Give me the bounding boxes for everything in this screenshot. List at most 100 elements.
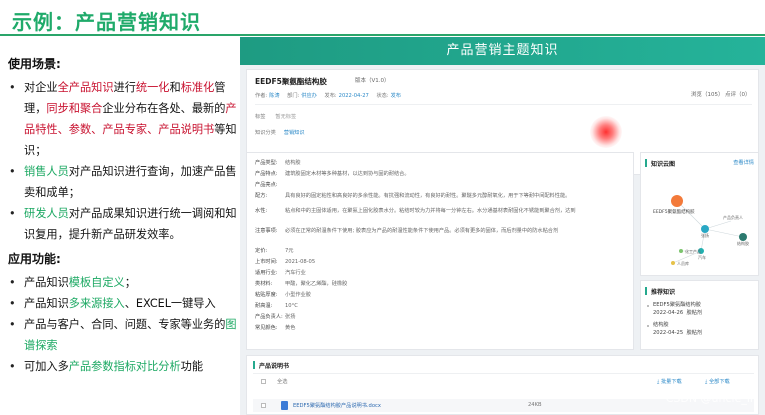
batch-download-button[interactable]: ⤓ 批量下载 <box>657 378 682 386</box>
attribute-row: 适用行业: 汽车行业 <box>255 269 306 276</box>
attribute-value: 小型作业胶 <box>285 292 311 298</box>
download-all-button[interactable]: ⤓ 全部下载 <box>705 378 730 386</box>
cloud-detail-link[interactable]: 查看详情 <box>733 159 754 166</box>
scenarios-list: 对企业全产品知识进行统一化和标准化管理，同步和聚合企业分布在各处、最新的产品特性… <box>8 77 238 245</box>
scenarios-item: 销售人员对产品知识进行查询，加速产品售卖和成单； <box>8 161 238 203</box>
doc-title: EEDF5聚氨酯结构胶 <box>255 77 327 86</box>
likes-count[interactable]: 点评（0） <box>725 90 751 98</box>
category-link[interactable]: 营销知识 <box>284 130 305 136</box>
graph-node[interactable] <box>739 233 747 241</box>
functions-text-segment: 产品参数指标对比分析 <box>68 360 181 373</box>
bullet-dot <box>647 305 649 307</box>
functions-text-segment: 产品与客户、合同、问题、专家等业务的 <box>24 318 226 331</box>
select-all-checkbox[interactable] <box>261 379 266 384</box>
attribute-row: 上市时间: 2021-08-05 <box>255 258 315 265</box>
attribute-value: 汽车行业 <box>285 270 306 276</box>
file-checkbox[interactable] <box>261 403 266 408</box>
graph-node-center[interactable] <box>671 195 683 207</box>
attribute-value: 结构胶 <box>285 160 301 166</box>
graph-label: 张扬 <box>701 232 709 238</box>
header-divider <box>255 104 752 105</box>
attribute-key: 产品类型: <box>255 160 278 166</box>
attribute-value: 必须在正常的耐温条件下使用; 胶表应为产品的耐温性能条件下使用产品。必须有更多的… <box>285 228 559 234</box>
download-icon: ⤓ <box>657 379 660 385</box>
attribute-value: 粘点和中的主固体适用，在聚氨上固化胶表水分。粘结时较为力并将每一分钟左右。水分通… <box>285 208 576 214</box>
attribute-row: 类材料: 甲酸，聚化乙烯酯，硅橡胶 <box>255 280 347 287</box>
attribute-key: 上市时间: <box>255 259 278 265</box>
attribute-value: 黄色 <box>285 325 296 331</box>
attribute-key: 配方: <box>255 193 268 199</box>
graph-node[interactable] <box>679 249 683 253</box>
manual-title: 产品说明书 <box>259 363 290 370</box>
attribute-row: 注意事项: 必须在正常的耐温条件下使用; 胶表应为产品的耐温性能条件下使用产品。必… <box>255 227 558 234</box>
graph-node[interactable] <box>701 225 709 233</box>
scenarios-text-segment: 对企业 <box>24 81 58 94</box>
functions-text-segment: 产品知识 <box>24 297 69 310</box>
functions-text-segment: 功能 <box>180 360 204 373</box>
tags-row: 标签 暂无标签 <box>255 113 296 120</box>
scenarios-text-segment: 同步和聚合 <box>46 102 103 115</box>
file-size: 24KB <box>528 402 542 408</box>
attribute-row: 配方: 具有良好的固定粘性和高良好的多余性能。有抗强和流动性，有良好的耐性。聚醚多… <box>255 192 570 199</box>
attribute-row: 产品负责人: 张扬 <box>255 313 295 320</box>
views-count[interactable]: 浏览（105） <box>691 90 724 98</box>
recommend-item-meta: 2022-04-26 胶粘剂 <box>653 309 702 316</box>
graph-node[interactable] <box>671 261 675 265</box>
attribute-row: 耐高温: 10°C <box>255 302 298 309</box>
graph-label: 化工产品 <box>685 248 701 254</box>
publish-label: 发布: <box>324 93 337 99</box>
doc-meta-row: 作者: 陈涛 部门: 供应办 发布: 2022-04-27 状态: 发布 <box>255 92 407 99</box>
author-label: 作者: <box>255 93 268 99</box>
attribute-row: 产品亮点: <box>255 181 285 188</box>
scenarios-text-segment: 企业分布在各处、最新的 <box>102 102 226 115</box>
product-manual-card: 产品说明书 全选 ⤓ 批量下载 ⤓ 全部下载 EEDF5聚氨酯结构胶产品说明书.… <box>246 355 759 415</box>
attribute-value: 10°C <box>285 303 298 309</box>
file-name-link[interactable]: EEDF5聚氨酯结构胶产品说明书.docx <box>293 402 381 409</box>
functions-text-segment: 多来源接入 <box>68 297 125 310</box>
attribute-key: 类材料: <box>255 281 273 287</box>
attribute-value: 7元 <box>285 248 294 254</box>
recommend-date: 2022-04-26 <box>653 310 684 316</box>
download-all-label: 全部下载 <box>708 379 730 385</box>
attribute-key: 产品亮点: <box>255 182 278 188</box>
bullet-dot <box>647 325 649 327</box>
dept-label: 部门: <box>287 93 300 99</box>
functions-item: 可加入多产品参数指标对比分析功能 <box>8 356 238 377</box>
recommend-item-link[interactable]: EEDF5聚氨酯结构胶 <box>653 301 701 308</box>
status-label: 状态: <box>376 93 389 99</box>
recommend-item-meta: 2022-04-25 胶粘剂 <box>653 329 702 336</box>
scenarios-text-segment: 和 <box>169 81 181 94</box>
scenarios-text-segment: 全产品知识 <box>57 81 114 94</box>
attribute-key: 耐高温: <box>255 303 273 309</box>
scenarios-text-segment: 统一化 <box>135 81 170 94</box>
attribute-key: 水性: <box>255 208 268 214</box>
graph-label: 人员库 <box>677 260 689 266</box>
functions-heading: 应用功能: <box>8 252 61 266</box>
author-link[interactable]: 陈涛 <box>269 93 279 99</box>
watermark-text: CSDN @uncle_ll <box>665 392 753 405</box>
recommend-date: 2022-04-25 <box>653 330 684 336</box>
attribute-key: 粘贴厚度: <box>255 292 278 298</box>
attribute-value: 2021-08-05 <box>285 259 316 265</box>
left-text-column: 使用场景: 对企业全产品知识进行统一化和标准化管理，同步和聚合企业分布在各处、最… <box>8 54 238 377</box>
publish-date: 2022-04-27 <box>338 93 369 99</box>
attribute-row: 产品类型: 结构胶 <box>255 159 301 166</box>
attribute-row: 水性: 粘点和中的主固体适用，在聚氨上固化胶表水分。粘结时较为力并将每一分钟左右。… <box>255 207 576 214</box>
functions-item: 产品知识模板自定义； <box>8 272 238 293</box>
scenarios-item: 研发人员对产品成果知识进行统一调阅和知识复用，提升新产品研发效率。 <box>8 203 238 245</box>
manual-divider <box>253 373 754 374</box>
scenarios-heading: 使用场景: <box>8 57 61 71</box>
functions-text-segment: 产品知识 <box>24 276 69 289</box>
scenarios-text-segment: 标准化 <box>180 81 215 94</box>
category-row: 知识分类 营销知识 <box>255 129 305 136</box>
product-attributes-card: 产品类型: 结构胶 产品特点: 建筑胶固定木材等多种基材，以达到协与固的耐结合。 产品亮… <box>246 152 634 350</box>
knowledge-graph[interactable]: EEDF5聚氨酯结构胶 张扬 产品负责人 结构胶 汽车 化工产品 人员库 <box>641 171 760 275</box>
recommend-card: 推荐知识 EEDF5聚氨酯结构胶 2022-04-26 胶粘剂 结构胶 2022… <box>640 280 759 350</box>
dept-link[interactable]: 供应办 <box>301 93 317 99</box>
recommend-item-link[interactable]: 结构胶 <box>653 321 669 328</box>
slide-title: 示例：产品营销知识 <box>12 10 201 34</box>
attribute-row: 定价: 7元 <box>255 247 294 254</box>
section-marker <box>253 361 255 369</box>
graph-label: 结构胶 <box>737 240 749 246</box>
functions-text-segment: 模板自定义 <box>68 276 125 289</box>
